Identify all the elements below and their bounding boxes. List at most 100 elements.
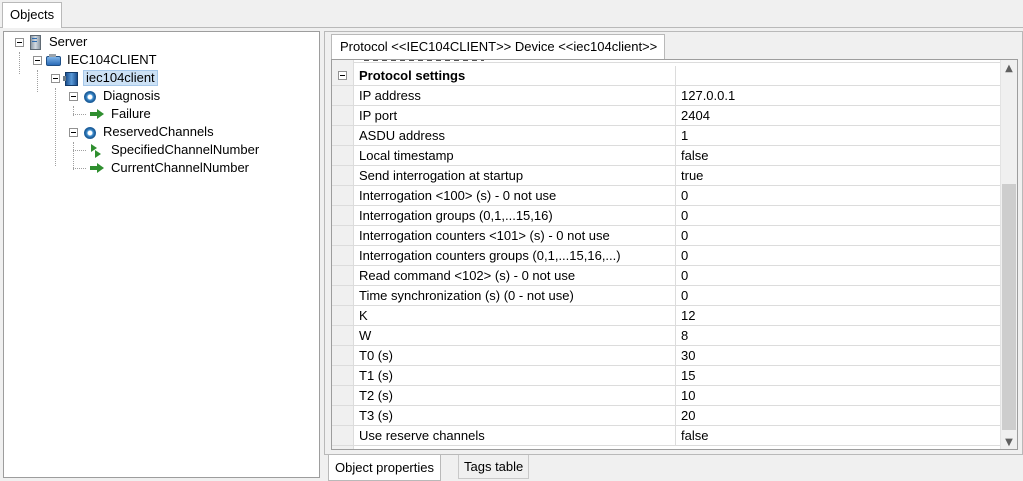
gear-folder-icon	[81, 124, 97, 140]
tree-connector	[19, 52, 20, 74]
tree-connector	[73, 167, 86, 169]
tab-objects[interactable]: Objects	[2, 2, 63, 28]
tree-node-diagnosis[interactable]: Diagnosis	[69, 87, 162, 105]
property-grid[interactable]: Protocol settings IP address 127.0.0.1 I…	[331, 59, 1018, 450]
property-key: Interrogation groups (0,1,...15,16)	[354, 206, 676, 225]
grid-row-use-reserve-channels[interactable]: Use reserve channels false	[332, 426, 1002, 446]
property-value[interactable]: 2404	[677, 106, 1002, 125]
tree-label-failure: Failure	[111, 106, 151, 121]
property-value[interactable]: 0	[677, 286, 1002, 305]
grid-row-t3[interactable]: T3 (s) 20	[332, 406, 1002, 426]
property-key: Read command <102> (s) - 0 not use	[354, 266, 676, 285]
arrow-right-icon	[89, 160, 105, 176]
property-value[interactable]: 8	[677, 326, 1002, 345]
property-value[interactable]: 15	[677, 366, 1002, 385]
property-key: Interrogation counters groups (0,1,...15…	[354, 246, 676, 265]
property-value[interactable]: false	[677, 146, 1002, 165]
property-value[interactable]: 1	[677, 126, 1002, 145]
tree-node-reserved-channels[interactable]: ReservedChannels	[69, 123, 216, 141]
property-key: ASDU address	[354, 126, 676, 145]
object-tree[interactable]: Server IEC104CLIENT iec104client Diagnos…	[3, 31, 320, 478]
tab-object-properties[interactable]: Object properties	[328, 455, 441, 481]
device-icon	[63, 70, 79, 86]
tree-label-server: Server	[49, 34, 88, 49]
grid-row-interrogation-counters-groups[interactable]: Interrogation counters groups (0,1,...15…	[332, 246, 1002, 266]
server-icon	[27, 34, 43, 50]
property-value[interactable]: 20	[677, 406, 1002, 425]
property-key: Use reserve channels	[354, 426, 676, 445]
property-value[interactable]: 127.0.0.1	[677, 86, 1002, 105]
property-value[interactable]: 30	[677, 346, 1002, 365]
tree-connector	[73, 149, 86, 151]
property-value[interactable]: 0	[677, 186, 1002, 205]
tree-label-current-channel-number: CurrentChannelNumber	[111, 160, 250, 175]
tree-label-device-selected: iec104client	[83, 70, 158, 86]
property-value[interactable]: 0	[677, 246, 1002, 265]
collapse-toggle[interactable]	[69, 91, 78, 101]
tree-node-specified-channel-number[interactable]: SpecifiedChannelNumber	[73, 141, 261, 159]
grid-row-ip-address[interactable]: IP address 127.0.0.1	[332, 86, 1002, 106]
grid-row-partial	[354, 60, 1002, 63]
property-key: Time synchronization (s) (0 - not use)	[354, 286, 676, 305]
property-value[interactable]: 0	[677, 206, 1002, 225]
arrow-right-icon	[89, 106, 105, 122]
arrows-swap-icon	[89, 142, 105, 158]
grid-row-time-synchronization[interactable]: Time synchronization (s) (0 - not use) 0	[332, 286, 1002, 306]
property-key: W	[354, 326, 676, 345]
property-key: Interrogation counters <101> (s) - 0 not…	[354, 226, 676, 245]
property-value[interactable]: 0	[677, 266, 1002, 285]
grid-row-k[interactable]: K 12	[332, 306, 1002, 326]
grid-row-t1[interactable]: T1 (s) 15	[332, 366, 1002, 386]
property-value[interactable]: 12	[677, 306, 1002, 325]
scrollbar-thumb[interactable]	[1002, 184, 1016, 430]
scroll-down-button[interactable]: ▼	[1001, 434, 1017, 449]
grid-row-interrogation-counters[interactable]: Interrogation counters <101> (s) - 0 not…	[332, 226, 1002, 246]
grid-row-interrogation[interactable]: Interrogation <100> (s) - 0 not use 0	[332, 186, 1002, 206]
collapse-toggle[interactable]	[51, 73, 60, 83]
tree-connector	[37, 70, 38, 92]
property-key: Interrogation <100> (s) - 0 not use	[354, 186, 676, 205]
tree-node-failure[interactable]: Failure	[73, 105, 153, 123]
collapse-toggle[interactable]	[15, 37, 24, 47]
property-value[interactable]: false	[677, 426, 1002, 445]
property-value[interactable]: 10	[677, 386, 1002, 405]
grid-row-read-command[interactable]: Read command <102> (s) - 0 not use 0	[332, 266, 1002, 286]
tree-label-diagnosis: Diagnosis	[103, 88, 161, 103]
vertical-scrollbar[interactable]: ▲ ▼	[1000, 60, 1017, 449]
property-value[interactable]: 0	[677, 226, 1002, 245]
grid-row-t0[interactable]: T0 (s) 30	[332, 346, 1002, 366]
tree-node-iec104client-protocol[interactable]: IEC104CLIENT	[33, 51, 159, 69]
tree-connector	[55, 88, 56, 166]
property-value[interactable]: true	[677, 166, 1002, 185]
property-key: T0 (s)	[354, 346, 676, 365]
tree-node-device[interactable]: iec104client	[51, 69, 158, 87]
tab-protocol-device[interactable]: Protocol <<IEC104CLIENT>> Device <<iec10…	[331, 34, 666, 59]
grid-row-t2[interactable]: T2 (s) 10	[332, 386, 1002, 406]
grid-row-interrogation-groups[interactable]: Interrogation groups (0,1,...15,16) 0	[332, 206, 1002, 226]
collapse-toggle[interactable]	[338, 71, 347, 80]
tree-label-specified-channel-number: SpecifiedChannelNumber	[111, 142, 260, 157]
category-label: Protocol settings	[354, 66, 676, 85]
grid-row-asdu-address[interactable]: ASDU address 1	[332, 126, 1002, 146]
property-key: K	[354, 306, 676, 325]
top-tab-strip: Objects	[0, 0, 1023, 28]
tree-node-current-channel-number[interactable]: CurrentChannelNumber	[73, 159, 251, 177]
tree-node-server[interactable]: Server	[15, 33, 89, 51]
tree-connector	[73, 113, 86, 115]
property-key: T1 (s)	[354, 366, 676, 385]
tab-tags-table[interactable]: Tags table	[458, 455, 530, 479]
scroll-up-button[interactable]: ▲	[1001, 60, 1017, 77]
properties-pane: Protocol <<IEC104CLIENT>> Device <<iec10…	[324, 31, 1023, 455]
grid-row-local-timestamp[interactable]: Local timestamp false	[332, 146, 1002, 166]
tree-label-protocol: IEC104CLIENT	[67, 52, 157, 67]
grid-row-send-interrogation[interactable]: Send interrogation at startup true	[332, 166, 1002, 186]
property-key: IP port	[354, 106, 676, 125]
category-value	[677, 66, 1002, 85]
grid-row-w[interactable]: W 8	[332, 326, 1002, 346]
collapse-toggle[interactable]	[69, 127, 78, 137]
grid-row-ip-port[interactable]: IP port 2404	[332, 106, 1002, 126]
bottom-tab-strip: Object properties Tags table	[324, 455, 1023, 481]
grid-category-row[interactable]: Protocol settings	[332, 66, 1002, 86]
collapse-toggle[interactable]	[33, 55, 42, 65]
tree-label-reserved-channels: ReservedChannels	[103, 124, 214, 139]
